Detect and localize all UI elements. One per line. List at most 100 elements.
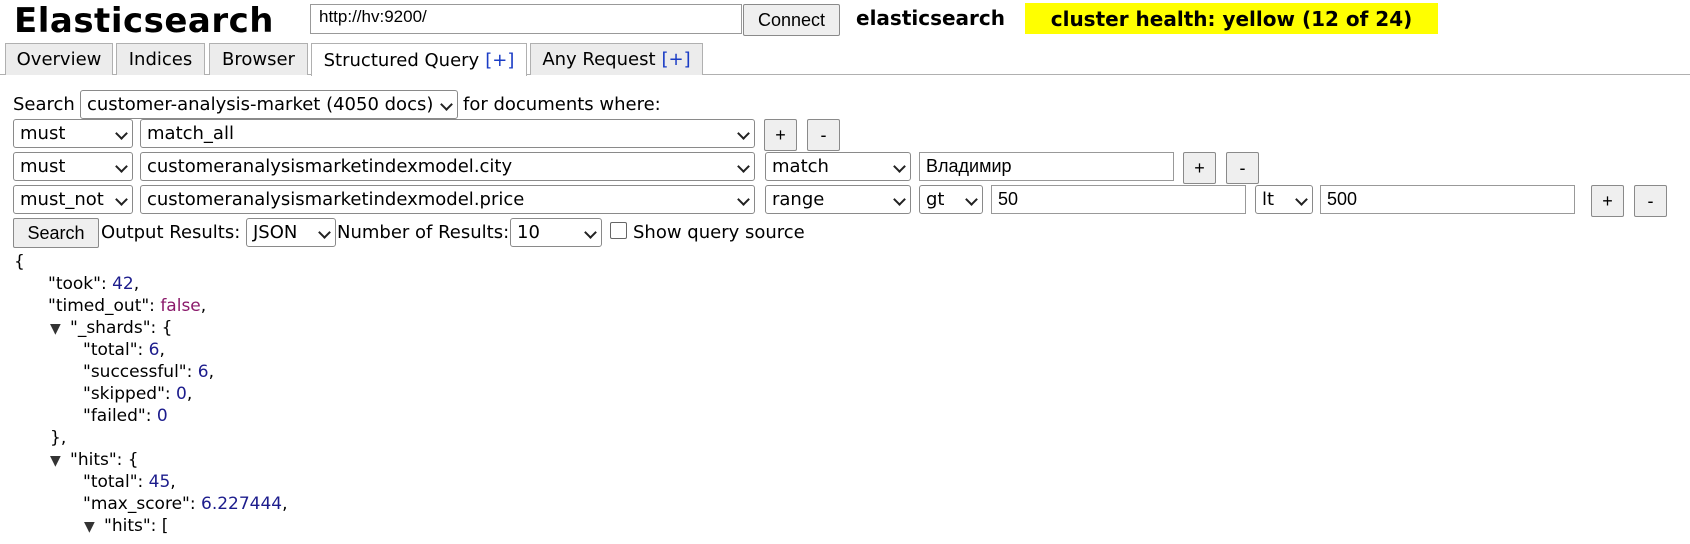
json-line-hits: ▼ "hits": { — [50, 449, 139, 472]
json-comma: , — [133, 274, 140, 294]
json-close-shards: }, — [50, 428, 67, 448]
chevron-down-icon — [893, 193, 906, 206]
json-line-skipped: "skipped": 0, — [83, 383, 192, 405]
search-button[interactable]: Search — [13, 218, 99, 248]
chevron-down-icon — [893, 160, 906, 173]
remove-clause-button[interactable]: - — [807, 119, 840, 151]
range-from-op-select[interactable]: gt — [919, 185, 983, 214]
chevron-down-icon — [584, 226, 597, 239]
chevron-down-icon — [440, 98, 453, 111]
chevron-down-icon — [115, 193, 128, 206]
json-key: "hits": { — [70, 450, 139, 470]
tab-add-link[interactable]: [+] — [662, 49, 691, 70]
tab-indices[interactable]: Indices — [116, 43, 205, 75]
json-comma: , — [170, 472, 176, 492]
json-comma: , — [282, 494, 288, 514]
json-line-failed: "failed": 0 — [83, 405, 168, 427]
json-line-took: "took": 42, — [48, 273, 139, 295]
operator-select[interactable]: range — [765, 185, 911, 214]
json-comma: , — [186, 384, 193, 404]
show-query-source-label: Show query source — [633, 222, 805, 243]
json-number: 0 — [176, 384, 187, 404]
cluster-url-input[interactable]: http://hv:9200/ — [310, 4, 742, 34]
json-line-total: "total": 6, — [83, 339, 165, 361]
range-to-input[interactable]: 500 — [1320, 185, 1575, 214]
json-key: "total": — [83, 472, 149, 492]
json-key: "hits": [ — [104, 516, 169, 536]
cluster-health-badge: cluster health: yellow (12 of 24) — [1025, 3, 1438, 34]
num-results-value: 10 — [517, 222, 540, 243]
cluster-name: elasticsearch — [856, 6, 1006, 30]
json-key: "max_score": — [83, 494, 201, 514]
json-boolean: false — [160, 296, 201, 316]
json-comma: , — [200, 296, 207, 316]
json-key: "total": — [83, 340, 149, 360]
chevron-down-icon — [737, 193, 750, 206]
tab-label: Any Request — [542, 49, 656, 70]
add-clause-button[interactable]: + — [1591, 185, 1624, 217]
chevron-down-icon — [737, 160, 750, 173]
tab-label: Structured Query — [323, 49, 480, 71]
connect-button[interactable]: Connect — [743, 4, 840, 36]
show-query-source-checkbox[interactable] — [610, 222, 627, 239]
chevron-down-icon — [965, 193, 978, 206]
json-comma: , — [159, 340, 165, 360]
json-key: "skipped": — [83, 384, 177, 404]
field-select[interactable]: match_all — [140, 119, 755, 148]
output-results-label: Output Results: — [101, 222, 241, 243]
bool-select-value: must_not — [20, 189, 104, 210]
json-line-inner-hits: ▼ "hits": [ — [84, 515, 168, 538]
triangle-down-icon[interactable]: ▼ — [84, 516, 104, 538]
triangle-down-icon[interactable]: ▼ — [50, 450, 70, 472]
chevron-down-icon — [318, 226, 331, 239]
tab-structured-query[interactable]: Structured Query [+] — [311, 43, 527, 76]
header: Elasticsearch http://hv:9200/ Connect el… — [0, 0, 1690, 44]
chevron-down-icon — [115, 127, 128, 140]
index-select[interactable]: customer-analysis-market (4050 docs) — [80, 90, 458, 119]
json-line-timed-out: "timed_out": false, — [48, 295, 206, 317]
operator-select[interactable]: match — [765, 152, 911, 181]
json-open-brace: { — [14, 252, 25, 272]
json-key: "timed_out": — [48, 296, 161, 316]
field-select-value: customeranalysismarketindexmodel.price — [147, 189, 525, 210]
add-clause-button[interactable]: + — [764, 119, 797, 151]
json-line-shards: ▼ "_shards": { — [50, 317, 172, 340]
field-select[interactable]: customeranalysismarketindexmodel.city — [140, 152, 755, 181]
json-line-successful: "successful": 6, — [83, 361, 214, 383]
json-line-hits-total: "total": 45, — [83, 471, 176, 493]
tab-any-request[interactable]: Any Request [+] — [530, 43, 703, 75]
json-line-max-score: "max_score": 6.227444, — [83, 493, 288, 515]
range-from-input[interactable]: 50 — [991, 185, 1246, 214]
bool-select-value: must — [20, 156, 66, 177]
bool-select[interactable]: must — [13, 119, 133, 148]
add-clause-button[interactable]: + — [1183, 152, 1216, 184]
bool-select-value: must — [20, 123, 66, 144]
where-label: for documents where: — [463, 94, 661, 115]
bool-select[interactable]: must — [13, 152, 133, 181]
num-results-select[interactable]: 10 — [510, 218, 602, 247]
tab-label: Browser — [222, 49, 295, 70]
field-select[interactable]: customeranalysismarketindexmodel.price — [140, 185, 755, 214]
json-key: "failed": — [83, 406, 157, 426]
tab-bar: Overview Indices Browser Structured Quer… — [0, 43, 1690, 76]
chevron-down-icon — [1295, 193, 1308, 206]
range-to-op-select[interactable]: lt — [1255, 185, 1313, 214]
range-op-value: lt — [1262, 189, 1275, 210]
json-number: 0 — [156, 406, 168, 426]
json-number: 6.227444 — [201, 494, 283, 514]
triangle-down-icon[interactable]: ▼ — [50, 318, 70, 340]
field-select-value: customeranalysismarketindexmodel.city — [147, 156, 513, 177]
json-number: 6 — [148, 340, 160, 360]
json-key: "_shards": { — [70, 318, 173, 338]
remove-clause-button[interactable]: - — [1634, 185, 1667, 217]
remove-clause-button[interactable]: - — [1226, 152, 1259, 184]
json-number: 42 — [112, 274, 134, 294]
tab-browser[interactable]: Browser — [209, 43, 308, 75]
output-format-select[interactable]: JSON — [246, 218, 336, 247]
tab-add-link[interactable]: [+] — [485, 50, 514, 71]
bool-select[interactable]: must_not — [13, 185, 133, 214]
match-value-input[interactable]: Владимир — [919, 152, 1174, 181]
tab-overview[interactable]: Overview — [5, 43, 113, 75]
json-number: 6 — [197, 362, 209, 382]
json-number: 45 — [148, 472, 171, 492]
